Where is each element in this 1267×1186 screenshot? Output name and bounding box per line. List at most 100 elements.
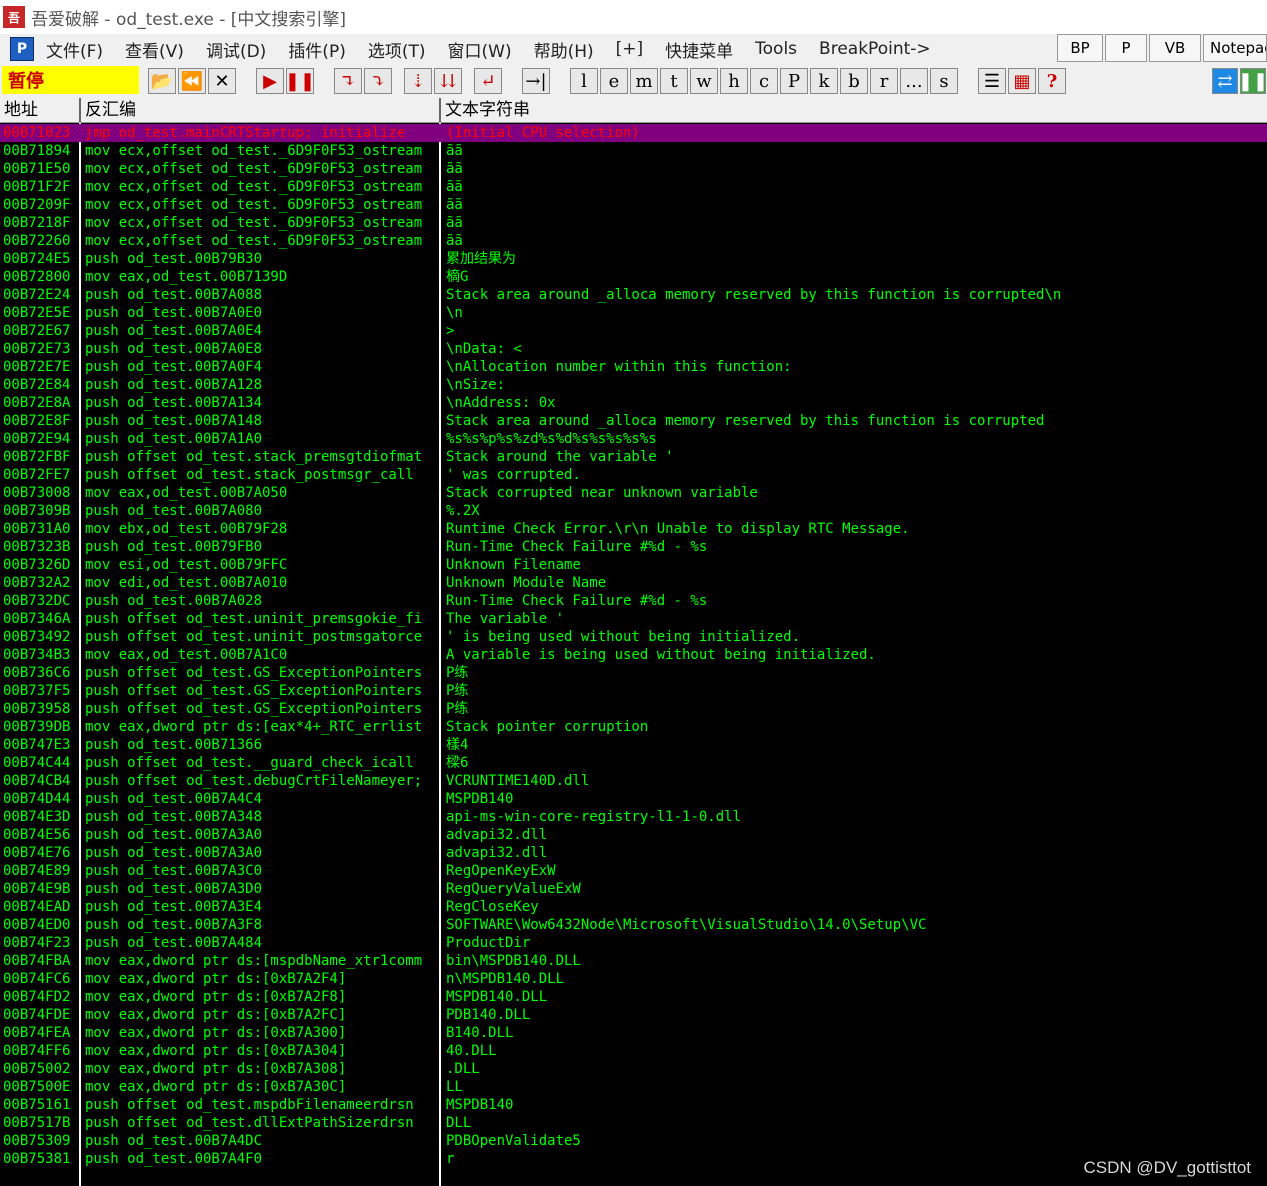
list-row[interactable]: 00B7209F mov ecx,offset od_test._6D9F0F53…	[0, 196, 1267, 214]
menu-options[interactable]: 选项(T)	[368, 37, 426, 62]
plugin-p-icon[interactable]: P	[10, 37, 34, 61]
list-row[interactable]: 00B732A2 mov edi,od_test.00B7A010 Unknown …	[0, 574, 1267, 592]
list-row[interactable]: 00B75309 push od_test.00B7A4DC PDBOpenVali…	[0, 1132, 1267, 1150]
list-row[interactable]: 00B74EAD push od_test.00B7A3E4 RegCloseKey	[0, 898, 1267, 916]
list-row[interactable]: 00B75002 mov eax,dword ptr ds:[0xB7A308].…	[0, 1060, 1267, 1078]
list-row[interactable]: 00B72E84 push od_test.00B7A128 \nSize:	[0, 376, 1267, 394]
list-row[interactable]: 00B724E5 push od_test.00B79B30 累加结果为	[0, 250, 1267, 268]
list-row[interactable]: 00B72E8A push od_test.00B7A134 \nAddress: …	[0, 394, 1267, 412]
list-row[interactable]: 00B72E94 push od_test.00B7A1A0 %s%s%p%s%zd…	[0, 430, 1267, 448]
col-string[interactable]: 文本字符串	[441, 98, 1267, 122]
list-row[interactable]: 00B72E8F push od_test.00B7A148 Stack area …	[0, 412, 1267, 430]
list-row[interactable]: 00B7500E mov eax,dword ptr ds:[0xB7A30C] L…	[0, 1078, 1267, 1096]
string-search-list[interactable]: 00B71023 jmp od_test.mainCRTStartup; init…	[0, 123, 1267, 1186]
cpu-button[interactable]: c	[750, 68, 778, 94]
list-row[interactable]: 00B72E5E push od_test.00B7A0E0 \n	[0, 304, 1267, 322]
list-row[interactable]: 00B739DB mov eax,dword ptr ds:[eax*4+_RTC…	[0, 718, 1267, 736]
notepad-button[interactable]: Notepad	[1203, 34, 1267, 62]
list-row[interactable]: 00B71023 jmp od_test.mainCRTStartup; init…	[0, 124, 1267, 142]
list-row[interactable]: 00B72E67 push od_test.00B7A0E4 >	[0, 322, 1267, 340]
list-row[interactable]: 00B72260 mov ecx,offset od_test._6D9F0F53…	[0, 232, 1267, 250]
run-icon[interactable]: ▶	[256, 68, 284, 94]
list-row[interactable]: 00B74E76 push od_test.00B7A3A0 advapi32.dl…	[0, 844, 1267, 862]
list-row[interactable]: 00B71F2F mov ecx,offset od_test._6D9F0F53…	[0, 178, 1267, 196]
help-icon[interactable]: ?	[1038, 68, 1066, 94]
menu-shortcuts[interactable]: 快捷菜单	[665, 37, 733, 62]
menu-window[interactable]: 窗口(W)	[448, 37, 512, 62]
list-row[interactable]: 00B7326D mov esi,od_test.00B79FFC Unknown …	[0, 556, 1267, 574]
list-row[interactable]: 00B74E9B push od_test.00B7A3D0 RegQueryVal…	[0, 880, 1267, 898]
menu-view[interactable]: 查看(V)	[125, 37, 184, 62]
list-row[interactable]: 00B72800 mov eax,od_test.00B7139D 樀G	[0, 268, 1267, 286]
col-address[interactable]: 地址	[0, 98, 81, 122]
list-row[interactable]: 00B7517B push offset od_test.dllExtPathSi…	[0, 1114, 1267, 1132]
log-window-button[interactable]: l	[570, 68, 598, 94]
close-icon[interactable]: ✕	[208, 68, 236, 94]
list-row[interactable]: 00B72E7E push od_test.00B7A0F4 \nAllocatio…	[0, 358, 1267, 376]
list-row[interactable]: 00B734B3 mov eax,od_test.00B7A1C0 A variab…	[0, 646, 1267, 664]
list-row[interactable]: 00B72E24 push od_test.00B7A088 Stack area …	[0, 286, 1267, 304]
execute-till-return-icon[interactable]: ↵	[474, 68, 502, 94]
list-row[interactable]: 00B74FDE mov eax,dword ptr ds:[0xB7A2FC] P…	[0, 1006, 1267, 1024]
list-row[interactable]: 00B73008 mov eax,od_test.00B7A050 Stack co…	[0, 484, 1267, 502]
patches-button[interactable]: P	[780, 68, 808, 94]
list-row[interactable]: 00B72E73 push od_test.00B7A0E8 \nData: <	[0, 340, 1267, 358]
pause-resume-icon[interactable]: ❚❚	[1238, 68, 1267, 94]
menu-file[interactable]: 文件(F)	[46, 37, 103, 62]
list-row[interactable]: 00B7323B push od_test.00B79FB0 Run-Time Ch…	[0, 538, 1267, 556]
list-row[interactable]: 00B74E56 push od_test.00B7A3A0 advapi32.dl…	[0, 826, 1267, 844]
breakpoints-button[interactable]: b	[840, 68, 868, 94]
list-row[interactable]: 00B74F23 push od_test.00B7A484 ProductDir	[0, 934, 1267, 952]
list-row[interactable]: 00B74FBA mov eax,dword ptr ds:[mspdbName_…	[0, 952, 1267, 970]
call-stack-button[interactable]: k	[810, 68, 838, 94]
list-row[interactable]: 00B7346A push offset od_test.uninit_prems…	[0, 610, 1267, 628]
list-row[interactable]: 00B72FE7 push offset od_test.stack_postms…	[0, 466, 1267, 484]
grid-icon[interactable]: ▦	[1008, 68, 1036, 94]
list-row[interactable]: 00B71894 mov ecx,offset od_test._6D9F0F53…	[0, 142, 1267, 160]
memory-button[interactable]: m	[630, 68, 658, 94]
list-row[interactable]: 00B75381 push od_test.00B7A4F0 r	[0, 1150, 1267, 1168]
handles-button[interactable]: h	[720, 68, 748, 94]
list-row[interactable]: 00B73958 push offset od_test.GS_Exception…	[0, 700, 1267, 718]
menu-plugins[interactable]: 插件(P)	[288, 37, 346, 62]
list-row[interactable]: 00B737F5 push offset od_test.GS_Exception…	[0, 682, 1267, 700]
run-trace-button[interactable]: ...	[900, 68, 928, 94]
threads-button[interactable]: t	[660, 68, 688, 94]
menu-tools[interactable]: Tools	[755, 39, 797, 59]
list-row[interactable]: 00B74FD2 mov eax,dword ptr ds:[0xB7A2F8] M…	[0, 988, 1267, 1006]
col-disasm[interactable]: 反汇编	[81, 98, 441, 122]
menu-debug[interactable]: 调试(D)	[206, 37, 266, 62]
list-row[interactable]: 00B74D44 push od_test.00B7A4C4 MSPDB140	[0, 790, 1267, 808]
list-row[interactable]: 00B74FF6 mov eax,dword ptr ds:[0xB7A304] 4…	[0, 1042, 1267, 1060]
menu-breakpoint[interactable]: BreakPoint->	[819, 39, 931, 59]
refresh-icon[interactable]: ⇄	[1212, 68, 1238, 94]
list-icon[interactable]: ☰	[978, 68, 1006, 94]
list-row[interactable]: 00B74ED0 push od_test.00B7A3F8 SOFTWARE\Wo…	[0, 916, 1267, 934]
list-row[interactable]: 00B71E50 mov ecx,offset od_test._6D9F0F53…	[0, 160, 1267, 178]
list-row[interactable]: 00B74CB4 push offset od_test.debugCrtFile…	[0, 772, 1267, 790]
pause-icon[interactable]: ❚❚	[285, 68, 315, 94]
source-button[interactable]: s	[930, 68, 958, 94]
bp-button[interactable]: BP	[1057, 34, 1103, 62]
list-row[interactable]: 00B74E89 push od_test.00B7A3C0 RegOpenKeyE…	[0, 862, 1267, 880]
references-button[interactable]: r	[870, 68, 898, 94]
list-row[interactable]: 00B74C44 push offset od_test.__guard_chec…	[0, 754, 1267, 772]
step-over-icon[interactable]: ⤵	[364, 68, 392, 94]
go-to-icon[interactable]: →|	[522, 68, 550, 94]
trace-into-icon[interactable]: ⇣	[404, 68, 432, 94]
p-button[interactable]: P	[1105, 34, 1147, 62]
list-row[interactable]: 00B747E3 push od_test.00B71366 樣4	[0, 736, 1267, 754]
list-row[interactable]: 00B72FBF push offset od_test.stack_premsg…	[0, 448, 1267, 466]
list-row[interactable]: 00B74FC6 mov eax,dword ptr ds:[0xB7A2F4] n…	[0, 970, 1267, 988]
list-row[interactable]: 00B73492 push offset od_test.uninit_postm…	[0, 628, 1267, 646]
open-icon[interactable]: 📂	[148, 68, 176, 94]
rewind-icon[interactable]: ⏪	[178, 68, 206, 94]
menu-plus[interactable]: [+]	[616, 39, 644, 59]
vb-button[interactable]: VB	[1149, 34, 1201, 62]
list-row[interactable]: 00B74E3D push od_test.00B7A348 api-ms-win-…	[0, 808, 1267, 826]
list-row[interactable]: 00B74FEA mov eax,dword ptr ds:[0xB7A300] B…	[0, 1024, 1267, 1042]
trace-over-icon[interactable]: ⇊	[434, 68, 462, 94]
list-row[interactable]: 00B75161 push offset od_test.mspdbFilenam…	[0, 1096, 1267, 1114]
list-row[interactable]: 00B736C6 push offset od_test.GS_Exception…	[0, 664, 1267, 682]
list-row[interactable]: 00B731A0 mov ebx,od_test.00B79F28 Runtime …	[0, 520, 1267, 538]
